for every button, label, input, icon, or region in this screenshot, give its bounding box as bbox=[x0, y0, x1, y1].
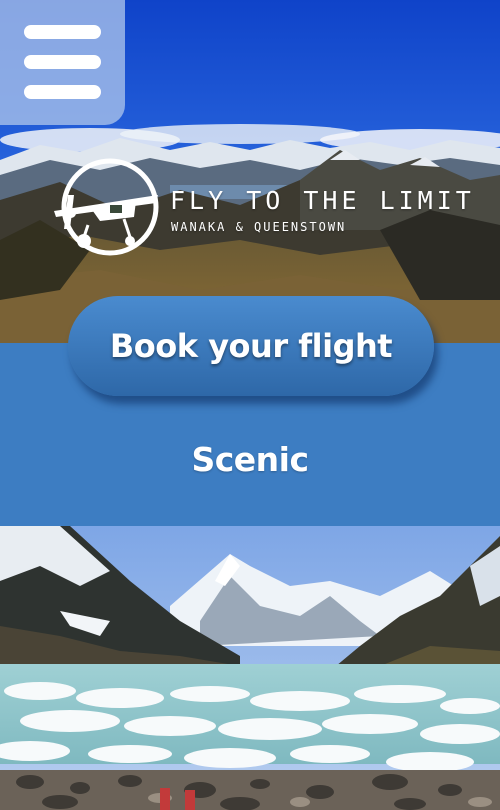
menu-bar-icon bbox=[24, 25, 101, 39]
menu-button[interactable] bbox=[0, 0, 125, 125]
brand-title: FLY TO THE LIMIT bbox=[170, 186, 475, 215]
glacier-lake-image bbox=[0, 526, 500, 810]
plane-logo-icon[interactable] bbox=[50, 155, 160, 259]
menu-bar-icon bbox=[24, 85, 101, 99]
section-title: Scenic bbox=[191, 440, 309, 479]
brand-subtitle: WANAKA & QUEENSTOWN bbox=[171, 220, 347, 234]
hero-banner: FLY TO THE LIMIT WANAKA & QUEENSTOWN bbox=[0, 0, 500, 343]
scenic-photo bbox=[0, 526, 500, 810]
menu-bar-icon bbox=[24, 55, 101, 69]
book-flight-button[interactable]: Book your flight bbox=[68, 296, 434, 396]
